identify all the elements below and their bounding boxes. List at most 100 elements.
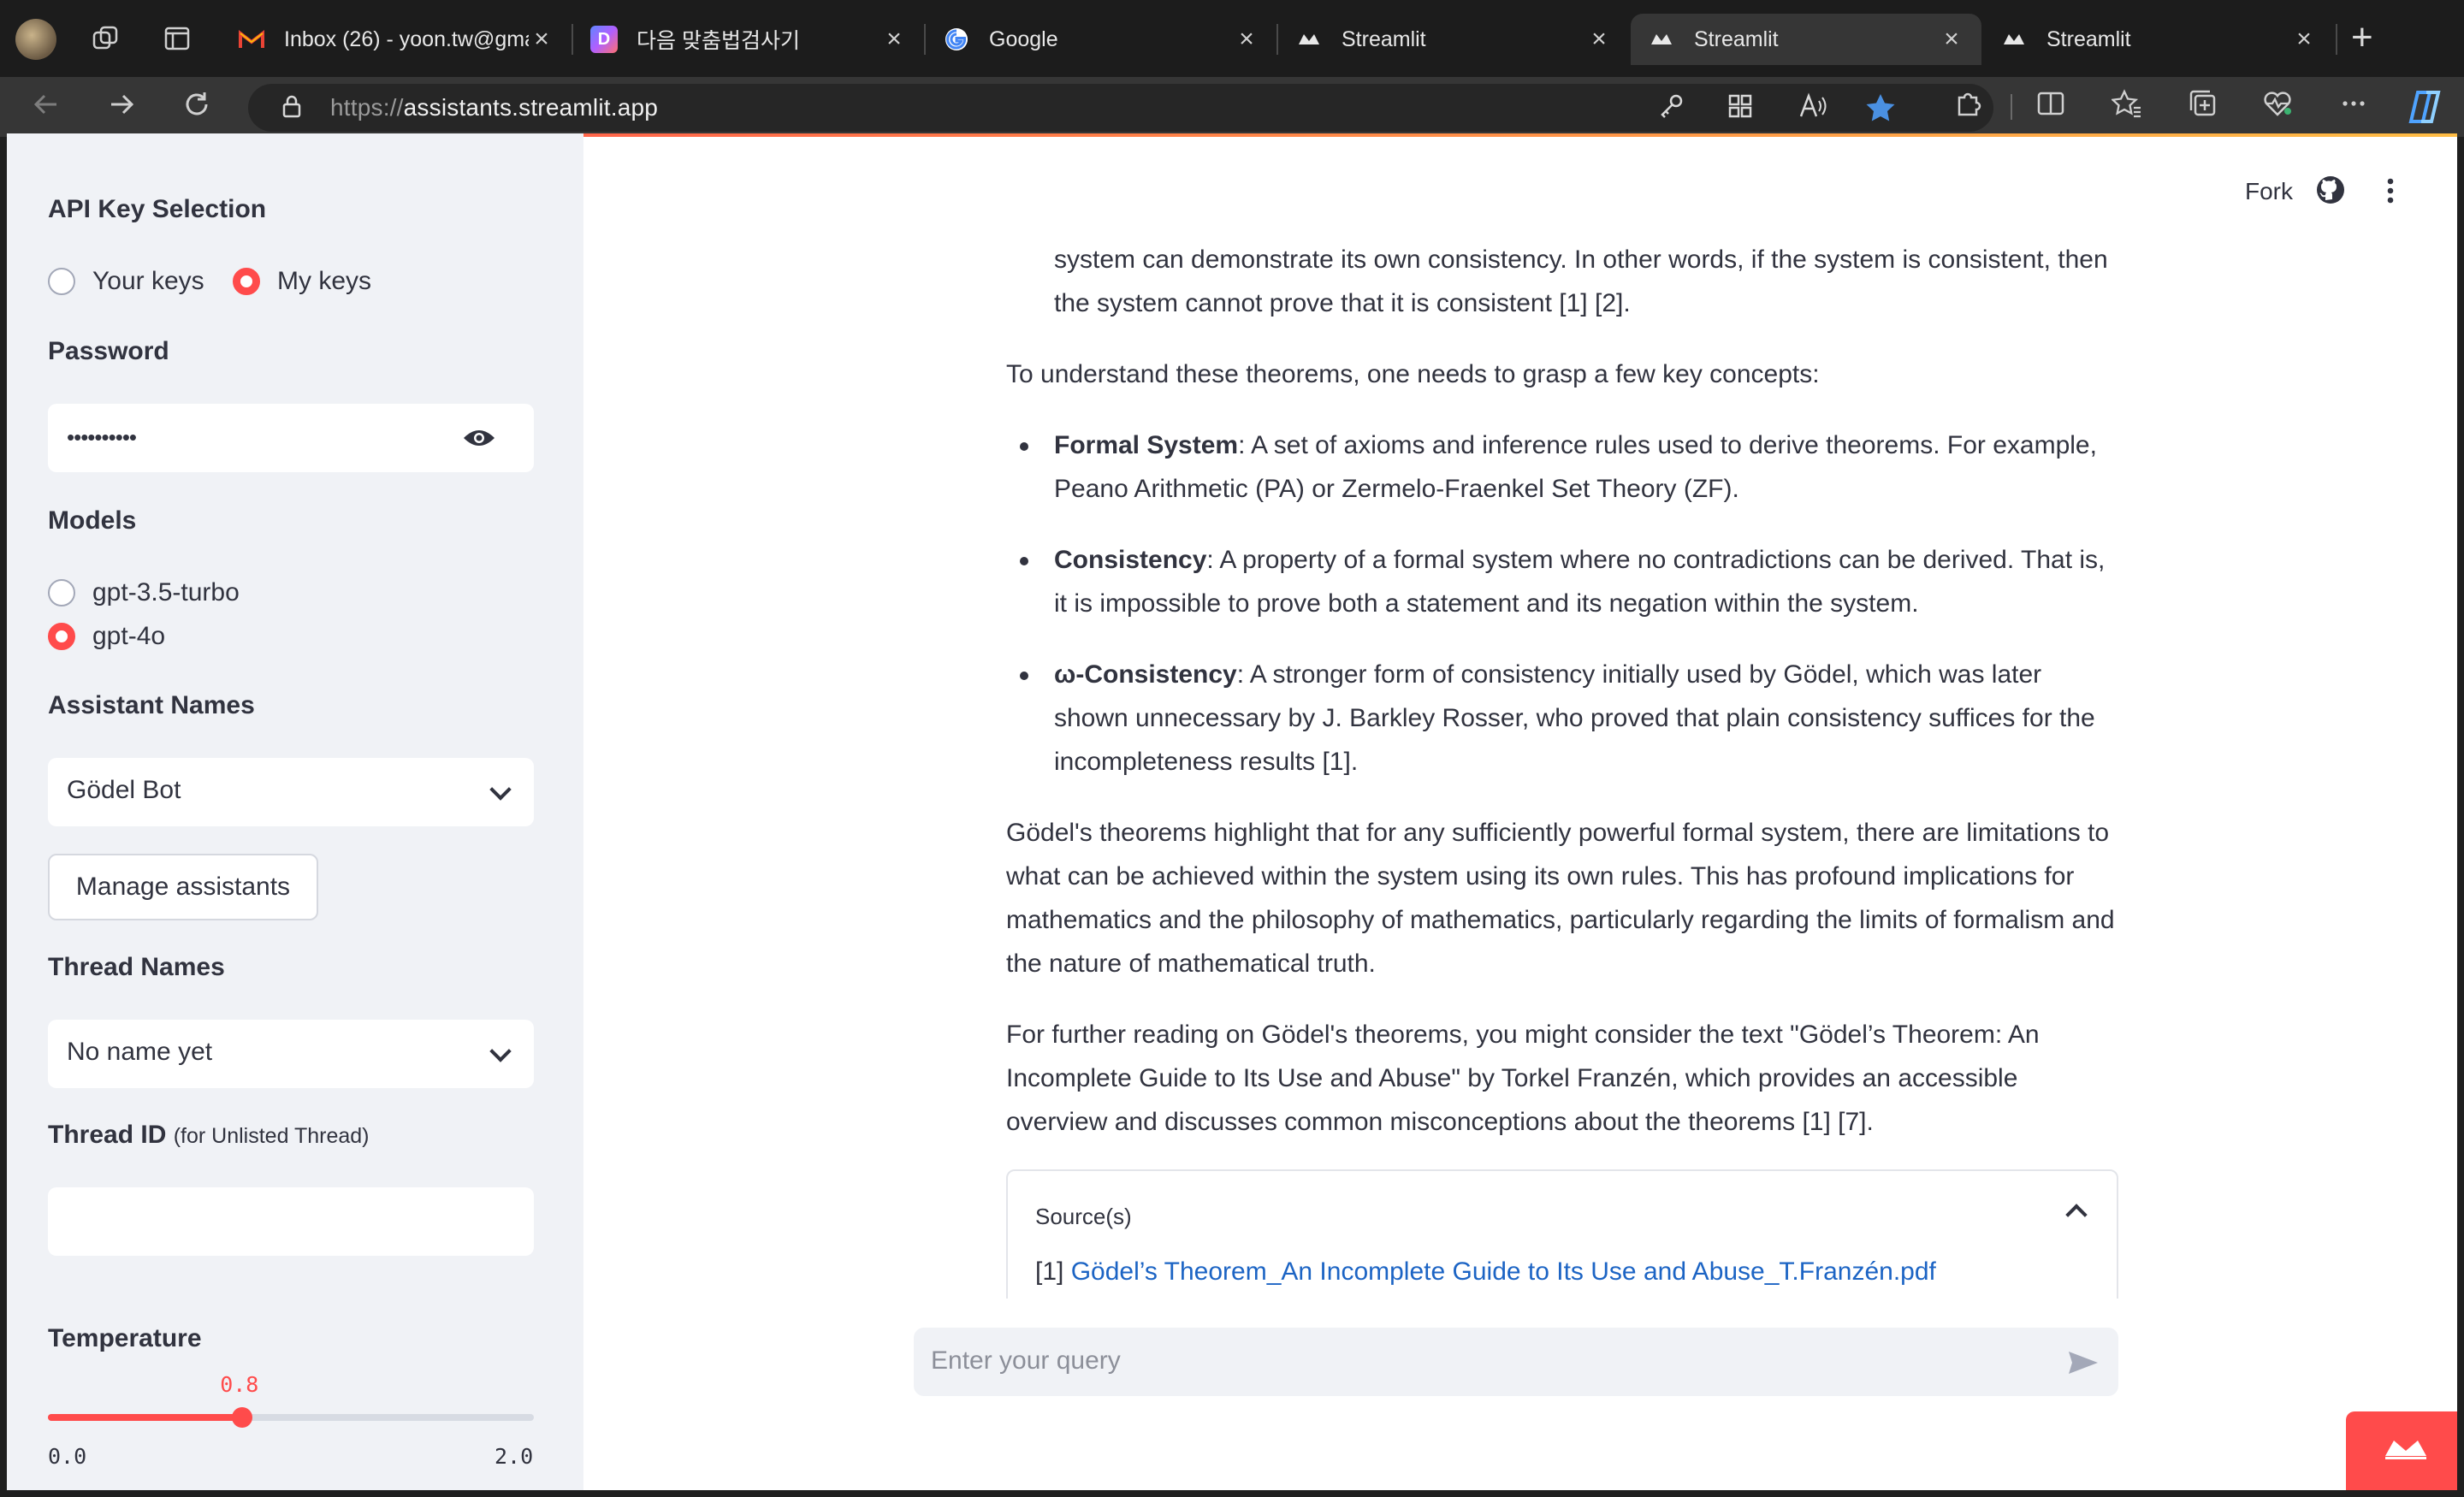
chevron-down-icon xyxy=(489,1040,512,1062)
main-area: Fork system can demonstrate its own cons… xyxy=(583,133,2457,1490)
daum-icon: D xyxy=(590,26,618,53)
streamlit-icon xyxy=(2000,26,2028,53)
list-item: Formal System: A set of axioms and infer… xyxy=(1006,423,2118,511)
favorites-icon[interactable] xyxy=(2110,89,2142,126)
thread-names-select[interactable]: No name yet xyxy=(48,1020,534,1088)
collections-icon[interactable] xyxy=(2187,89,2218,126)
manage-assistants-button[interactable]: Manage assistants xyxy=(48,854,318,920)
tab-google[interactable]: Google × xyxy=(926,14,1276,65)
thread-id-hint: (for Unlisted Thread) xyxy=(173,1124,370,1148)
show-password-icon[interactable] xyxy=(462,428,496,448)
radio-gpt-4o[interactable]: gpt-4o xyxy=(48,622,165,651)
radio-my-keys[interactable]: My keys xyxy=(233,267,371,296)
assistant-names-heading: Assistant Names xyxy=(48,691,255,719)
toolbar-separator xyxy=(2011,94,2012,120)
streamlit-badge[interactable] xyxy=(2346,1411,2457,1490)
streamlit-icon xyxy=(1295,26,1323,53)
tab-actions-icon[interactable] xyxy=(163,24,192,58)
browser-tab-bar: Inbox (26) - yoon.tw@gmail.com × D 다음 맞춤… xyxy=(0,0,2464,77)
tab-streamlit-active[interactable]: Streamlit × xyxy=(1631,14,1981,65)
radio-gpt-35-turbo[interactable]: gpt-3.5-turbo xyxy=(48,578,240,607)
close-tab-icon[interactable]: × xyxy=(2291,25,2317,54)
radio-your-keys[interactable]: Your keys xyxy=(48,267,204,296)
password-input[interactable]: •••••••••• xyxy=(48,404,534,472)
assistant-selected-value: Gödel Bot xyxy=(67,776,181,804)
thread-selected-value: No name yet xyxy=(67,1038,213,1066)
google-icon xyxy=(943,26,970,53)
api-key-heading: API Key Selection xyxy=(48,195,267,223)
favorite-star-icon[interactable] xyxy=(1865,92,1896,128)
radio-label: My keys xyxy=(277,267,372,295)
message-paragraph: Gödel's theorems highlight that for any … xyxy=(1006,819,2115,978)
slider-thumb[interactable] xyxy=(232,1407,253,1428)
workspaces-icon[interactable] xyxy=(91,24,120,58)
extensions-icon[interactable] xyxy=(1954,89,1983,126)
send-icon[interactable] xyxy=(2067,1350,2100,1376)
streamlit-app: API Key Selection Your keys My keys Pass… xyxy=(7,133,2457,1490)
back-icon[interactable] xyxy=(31,89,62,127)
tab-title: Streamlit xyxy=(2046,27,2131,51)
close-tab-icon[interactable]: × xyxy=(1586,25,1612,54)
source-reference: [1] Gödel’s Theorem_An Incomplete Guide … xyxy=(1035,1257,1936,1286)
lock-icon xyxy=(282,95,301,118)
thread-id-input[interactable] xyxy=(48,1187,534,1256)
copilot-icon[interactable] xyxy=(2406,89,2445,133)
temperature-slider[interactable] xyxy=(48,1407,534,1428)
gmail-icon xyxy=(238,26,265,53)
message-paragraph: system can demonstrate its own consisten… xyxy=(1054,246,2108,317)
radio-unselected-icon xyxy=(48,268,75,295)
slider-fill xyxy=(48,1414,243,1421)
source-link[interactable]: Gödel’s Theorem_An Incomplete Guide to I… xyxy=(1071,1257,1936,1286)
tab-daum[interactable]: D 다음 맞춤법검사기 × xyxy=(573,14,924,65)
sidebar: API Key Selection Your keys My keys Pass… xyxy=(7,133,583,1490)
browser-toolbar: https://assistants.streamlit.app xyxy=(0,77,2464,137)
kebab-menu-icon[interactable] xyxy=(2387,178,2394,204)
tab-streamlit-3[interactable]: Streamlit × xyxy=(1983,14,2334,65)
sources-label: Source(s) xyxy=(1035,1204,1132,1229)
apps-icon[interactable] xyxy=(1727,92,1754,127)
chevron-up-icon[interactable] xyxy=(2065,1204,2088,1226)
close-tab-icon[interactable]: × xyxy=(881,25,907,54)
tab-title: Google xyxy=(989,27,1058,51)
temperature-label: Temperature xyxy=(48,1324,202,1352)
fork-button[interactable]: Fork xyxy=(2245,178,2293,205)
address-bar[interactable]: https://assistants.streamlit.app xyxy=(248,84,1993,132)
chat-message: system can demonstrate its own consisten… xyxy=(1006,238,2118,1434)
message-paragraph: To understand these theorems, one needs … xyxy=(1006,360,1820,388)
thread-names-heading: Thread Names xyxy=(48,953,225,981)
radio-selected-icon xyxy=(233,268,260,295)
reload-icon[interactable] xyxy=(181,89,212,127)
close-tab-icon[interactable]: × xyxy=(1939,25,1964,54)
tab-title: Streamlit xyxy=(1342,27,1426,51)
new-tab-icon[interactable]: + xyxy=(2351,19,2373,56)
profile-avatar[interactable] xyxy=(15,19,56,60)
temperature-value: 0.8 xyxy=(220,1372,259,1397)
temperature-max: 2.0 xyxy=(495,1444,534,1469)
chat-input-placeholder: Enter your query xyxy=(931,1346,1121,1375)
radio-unselected-icon xyxy=(48,579,75,606)
temperature-min: 0.0 xyxy=(48,1444,87,1469)
models-heading: Models xyxy=(48,506,137,535)
split-screen-icon[interactable] xyxy=(2036,89,2065,126)
more-options-icon[interactable] xyxy=(2339,89,2368,126)
streamlit-logo-icon xyxy=(2385,1441,2426,1459)
read-aloud-icon[interactable] xyxy=(1798,92,1829,127)
github-icon[interactable] xyxy=(2315,175,2346,205)
key-icon[interactable] xyxy=(1658,92,1685,127)
tab-gmail[interactable]: Inbox (26) - yoon.tw@gmail.com × xyxy=(221,14,572,65)
password-label: Password xyxy=(48,337,169,365)
close-tab-icon[interactable]: × xyxy=(529,25,554,54)
close-tab-icon[interactable]: × xyxy=(1234,25,1259,54)
thread-id-label: Thread ID (for Unlisted Thread) xyxy=(48,1121,370,1149)
chevron-down-icon xyxy=(489,778,512,801)
concepts-list: Formal System: A set of axioms and infer… xyxy=(1006,423,2118,784)
browser-essentials-icon[interactable] xyxy=(2262,89,2293,126)
assistant-select[interactable]: Gödel Bot xyxy=(48,758,534,826)
tab-title: 다음 맞춤법검사기 xyxy=(637,29,800,53)
password-value: •••••••••• xyxy=(67,424,137,450)
forward-icon[interactable] xyxy=(106,89,137,127)
chat-input[interactable]: Enter your query xyxy=(914,1328,2118,1396)
tab-separator xyxy=(2336,24,2337,55)
tab-streamlit-1[interactable]: Streamlit × xyxy=(1278,14,1629,65)
tab-title: Inbox (26) - yoon.tw@gmail.com xyxy=(284,27,529,51)
